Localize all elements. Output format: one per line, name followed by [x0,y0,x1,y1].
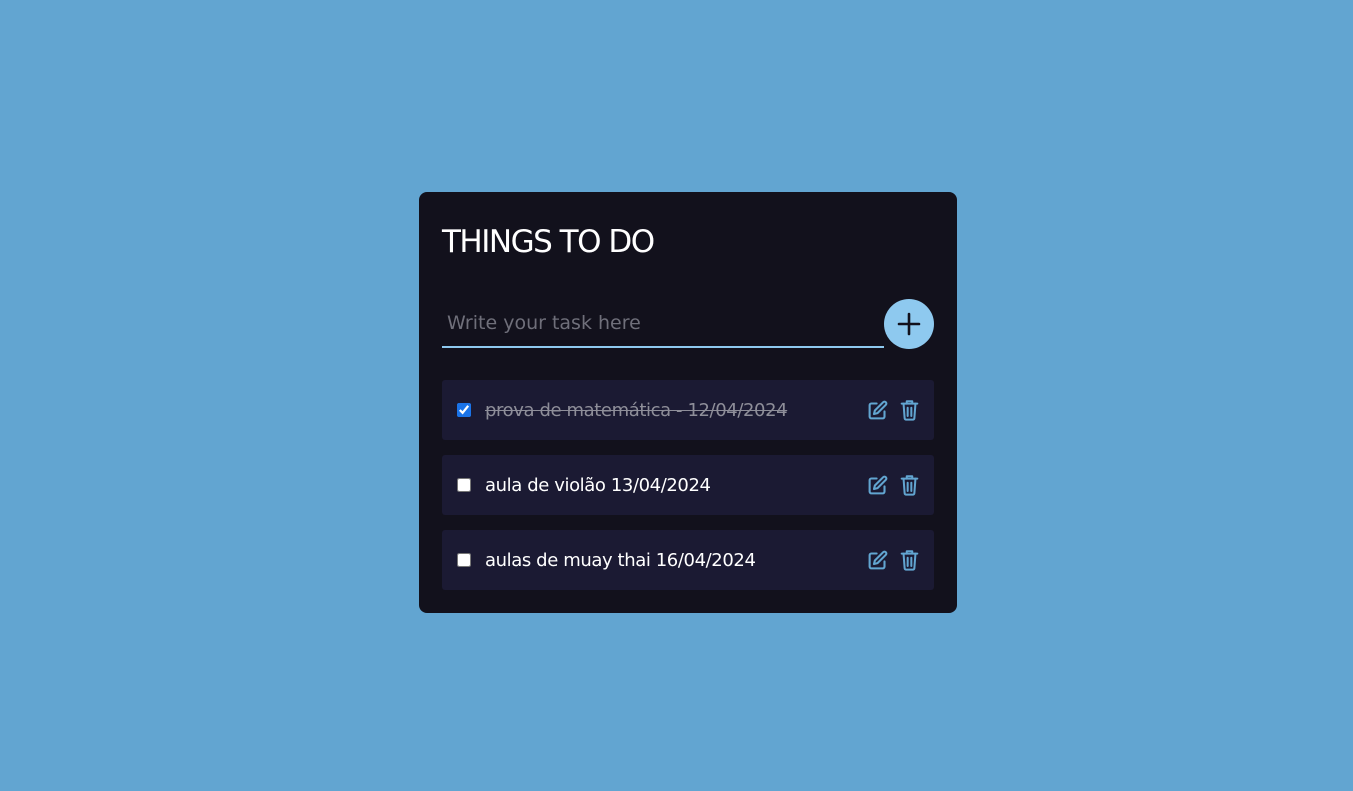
task-checkbox[interactable] [457,478,471,492]
todo-card: THINGS TO DO prova de matemática - 12/04… [419,192,957,613]
task-actions [867,399,920,421]
plus-icon [897,312,921,336]
task-actions [867,549,920,571]
trash-icon[interactable] [899,399,920,421]
edit-icon[interactable] [867,399,888,421]
page-title: THINGS TO DO [442,224,655,260]
edit-icon[interactable] [867,474,888,496]
task-label: aulas de muay thai 16/04/2024 [485,549,756,571]
task-label: prova de matemática - 12/04/2024 [485,399,788,421]
list-item: prova de matemática - 12/04/2024 [442,380,934,440]
list-item: aulas de muay thai 16/04/2024 [442,530,934,590]
add-task-button[interactable] [884,299,934,349]
edit-icon[interactable] [867,549,888,571]
trash-icon[interactable] [899,549,920,571]
task-checkbox[interactable] [457,403,471,417]
task-input-row [442,299,934,349]
trash-icon[interactable] [899,474,920,496]
task-checkbox[interactable] [457,553,471,567]
list-item: aula de violão 13/04/2024 [442,455,934,515]
task-actions [867,474,920,496]
task-list: prova de matemática - 12/04/2024 aula de… [442,380,934,605]
task-label: aula de violão 13/04/2024 [485,474,711,496]
task-input[interactable] [442,299,884,348]
